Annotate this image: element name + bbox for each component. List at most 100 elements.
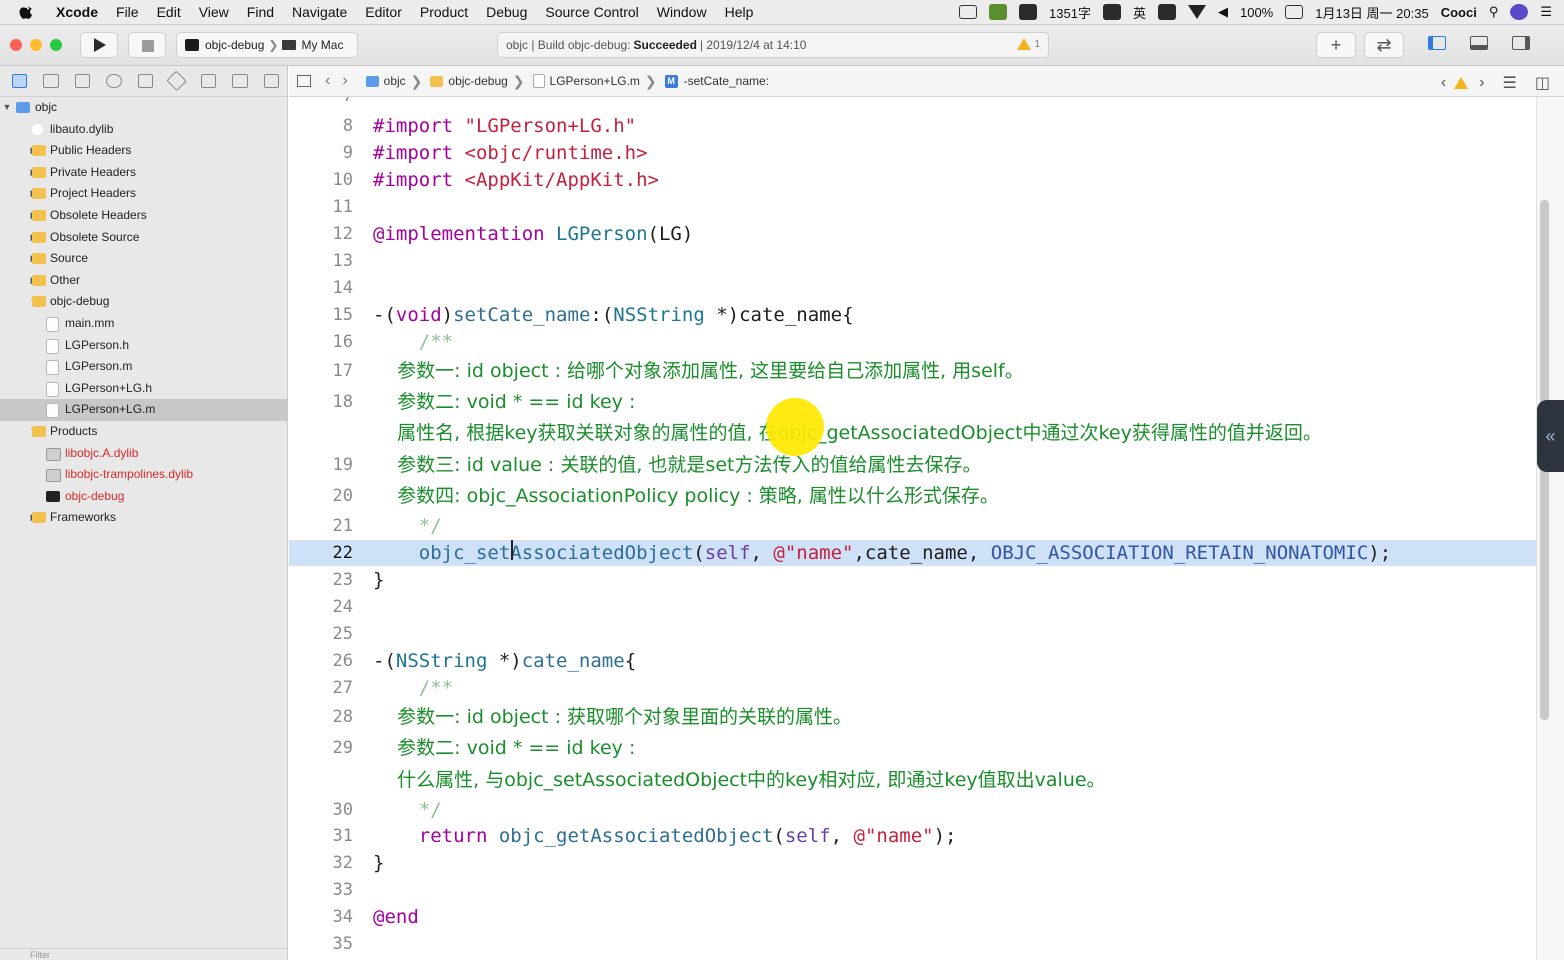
code-line[interactable]: 34 @end (289, 904, 1536, 930)
activity-view[interactable]: objc | Build objc-debug: Succeeded | 201… (497, 32, 1049, 58)
breadcrumb-method[interactable]: M -setCate_name: (664, 74, 769, 88)
code-line[interactable]: 29 参数二: void * == id key : (289, 735, 1536, 761)
menu-view[interactable]: View (199, 4, 229, 20)
menu-help[interactable]: Help (725, 4, 754, 20)
code-line[interactable]: 15 -(void)setCate_name:(NSString *)cate_n… (289, 302, 1536, 328)
tree-item[interactable]: LGPerson+LG.m (0, 399, 287, 421)
tree-item[interactable]: libauto.dylib (0, 119, 287, 141)
previous-issue-icon[interactable]: ‹ (1441, 74, 1446, 92)
breadcrumb-project[interactable]: objc ❯ (365, 73, 422, 90)
code-line[interactable]: 33 (289, 877, 1536, 903)
tree-item[interactable]: ▶Frameworks (0, 507, 287, 529)
code-line[interactable]: 16 /** (289, 329, 1536, 355)
menu-navigate[interactable]: Navigate (292, 4, 347, 20)
code-line[interactable]: 19 参数三: id value : 关联的值, 也就是set方法传入的值给属性… (289, 452, 1536, 478)
find-navigator-tab-icon[interactable] (106, 74, 122, 88)
menu-edit[interactable]: Edit (157, 4, 181, 20)
code-line[interactable]: 14 (289, 275, 1536, 301)
sync-icon[interactable] (1157, 4, 1176, 20)
tree-item[interactable]: ▼objc-debug (0, 291, 287, 313)
code-line[interactable]: 什么属性, 与objc_setAssociatedObject中的key相对应,… (289, 767, 1536, 793)
tree-item[interactable]: ▶Other (0, 270, 287, 292)
editor-options-icon[interactable]: ☰ (1503, 73, 1517, 93)
scheme-selector[interactable]: objc-debug ❯ My Mac (176, 32, 358, 58)
menu-debug[interactable]: Debug (486, 4, 527, 20)
zoom-window-button[interactable] (50, 39, 62, 51)
code-line[interactable]: 13 (289, 248, 1536, 274)
code-line[interactable]: 17 参数一: id object : 给哪个对象添加属性, 这里要给自己添加属… (289, 358, 1536, 384)
menu-file[interactable]: File (116, 4, 139, 20)
menu-window[interactable]: Window (657, 4, 707, 20)
spotlight-icon[interactable]: ⚲ (1489, 4, 1499, 20)
word-count[interactable]: 1351字 (1049, 3, 1091, 22)
tree-item[interactable]: ▶Source (0, 248, 287, 270)
toggle-debug-area-icon[interactable] (1470, 36, 1488, 50)
forward-arrow-icon[interactable]: › (342, 72, 347, 90)
typora-icon[interactable] (1019, 4, 1038, 20)
tree-item[interactable]: libobjc.A.dylib (0, 443, 287, 465)
tree-item[interactable]: main.mm (0, 313, 287, 335)
library-button[interactable]: + (1316, 32, 1356, 58)
language-indicator[interactable]: 英 (1133, 3, 1146, 22)
minimize-window-button[interactable] (30, 39, 42, 51)
code-line[interactable]: 35 (289, 931, 1536, 957)
tree-item[interactable]: LGPerson.m (0, 356, 287, 378)
tree-item[interactable]: objc-debug (0, 486, 287, 508)
code-line[interactable]: 23} (289, 567, 1536, 593)
test-navigator-tab-icon[interactable] (166, 70, 188, 92)
tree-item[interactable]: ▶Project Headers (0, 183, 287, 205)
screen-icon[interactable] (959, 5, 978, 19)
input-method-icon[interactable] (1102, 4, 1121, 20)
breadcrumb-file[interactable]: LGPerson+LG.m ❯ (532, 73, 657, 90)
related-items-icon[interactable] (297, 75, 311, 87)
tree-item[interactable]: LGPerson.h (0, 335, 287, 357)
tree-item[interactable]: ▼ objc (0, 97, 287, 119)
breakpoint-navigator-tab-icon[interactable] (232, 74, 248, 88)
debug-navigator-tab-icon[interactable] (200, 74, 217, 88)
code-line[interactable]: 9 #import <objc/runtime.h> (289, 140, 1536, 166)
code-line[interactable]: 22 objc_setAssociatedObject(self, @"name… (289, 540, 1536, 566)
battery-percent[interactable]: 100% (1240, 5, 1273, 20)
code-line[interactable]: 8 #import "LGPerson+LG.h" (289, 113, 1536, 139)
code-line[interactable]: 26 -(NSString *)cate_name{ (289, 648, 1536, 674)
stop-button[interactable] (128, 32, 166, 58)
code-line[interactable]: 11 (289, 194, 1536, 220)
source-editor[interactable]: 7 8 #import "LGPerson+LG.h" 9 #import <objc/… (289, 97, 1536, 960)
issue-navigator-tab-icon[interactable] (137, 74, 154, 88)
code-line[interactable]: 18 参数二: void * == id key : (289, 389, 1536, 415)
leaf-icon[interactable] (989, 4, 1008, 20)
collapse-panel-handle[interactable]: « (1537, 400, 1564, 472)
breadcrumb-folder[interactable]: objc-debug ❯ (430, 73, 525, 90)
notification-center-icon[interactable]: ☰ (1540, 4, 1552, 20)
report-navigator-tab-icon[interactable] (263, 74, 279, 88)
tree-item[interactable]: ▶Public Headers (0, 140, 287, 162)
code-line[interactable]: 25 (289, 621, 1536, 647)
tree-item[interactable]: ▶Obsolete Headers (0, 205, 287, 227)
menu-product[interactable]: Product (420, 4, 468, 20)
next-issue-icon[interactable]: › (1479, 74, 1484, 92)
tree-item[interactable]: libobjc-trampolines.dylib (0, 464, 287, 486)
menu-find[interactable]: Find (247, 4, 274, 20)
disclosure-open-icon[interactable]: ▼ (2, 97, 12, 119)
tree-item[interactable]: ▶Private Headers (0, 162, 287, 184)
code-line[interactable]: 27 /** (289, 675, 1536, 701)
code-line[interactable]: 20 参数四: objc_AssociationPolicy policy : … (289, 483, 1536, 509)
apple-icon[interactable] (16, 4, 38, 20)
toggle-navigator-icon[interactable] (1428, 36, 1446, 50)
code-line[interactable]: 7 (289, 97, 1536, 109)
menu-xcode[interactable]: Xcode (56, 4, 98, 20)
code-line[interactable]: 24 (289, 594, 1536, 620)
run-button[interactable] (80, 32, 118, 58)
toggle-inspector-icon[interactable] (1512, 36, 1530, 50)
source-control-navigator-tab-icon[interactable] (43, 74, 59, 88)
navigator-filter-field[interactable]: Filter (0, 948, 287, 960)
code-line[interactable]: 31 return objc_getAssociatedObject(self,… (289, 823, 1536, 849)
code-line[interactable]: 30 */ (289, 797, 1536, 823)
code-review-button[interactable]: ⇄ (1364, 32, 1404, 58)
back-arrow-icon[interactable]: ‹ (325, 72, 330, 90)
code-line[interactable]: 21 */ (289, 513, 1536, 539)
battery-icon[interactable] (1285, 5, 1304, 19)
datetime[interactable]: 1月13日 周一 20:35 (1315, 3, 1428, 22)
add-editor-icon[interactable]: ◫ (1535, 73, 1550, 93)
volume-icon[interactable]: ◀ (1218, 4, 1228, 20)
